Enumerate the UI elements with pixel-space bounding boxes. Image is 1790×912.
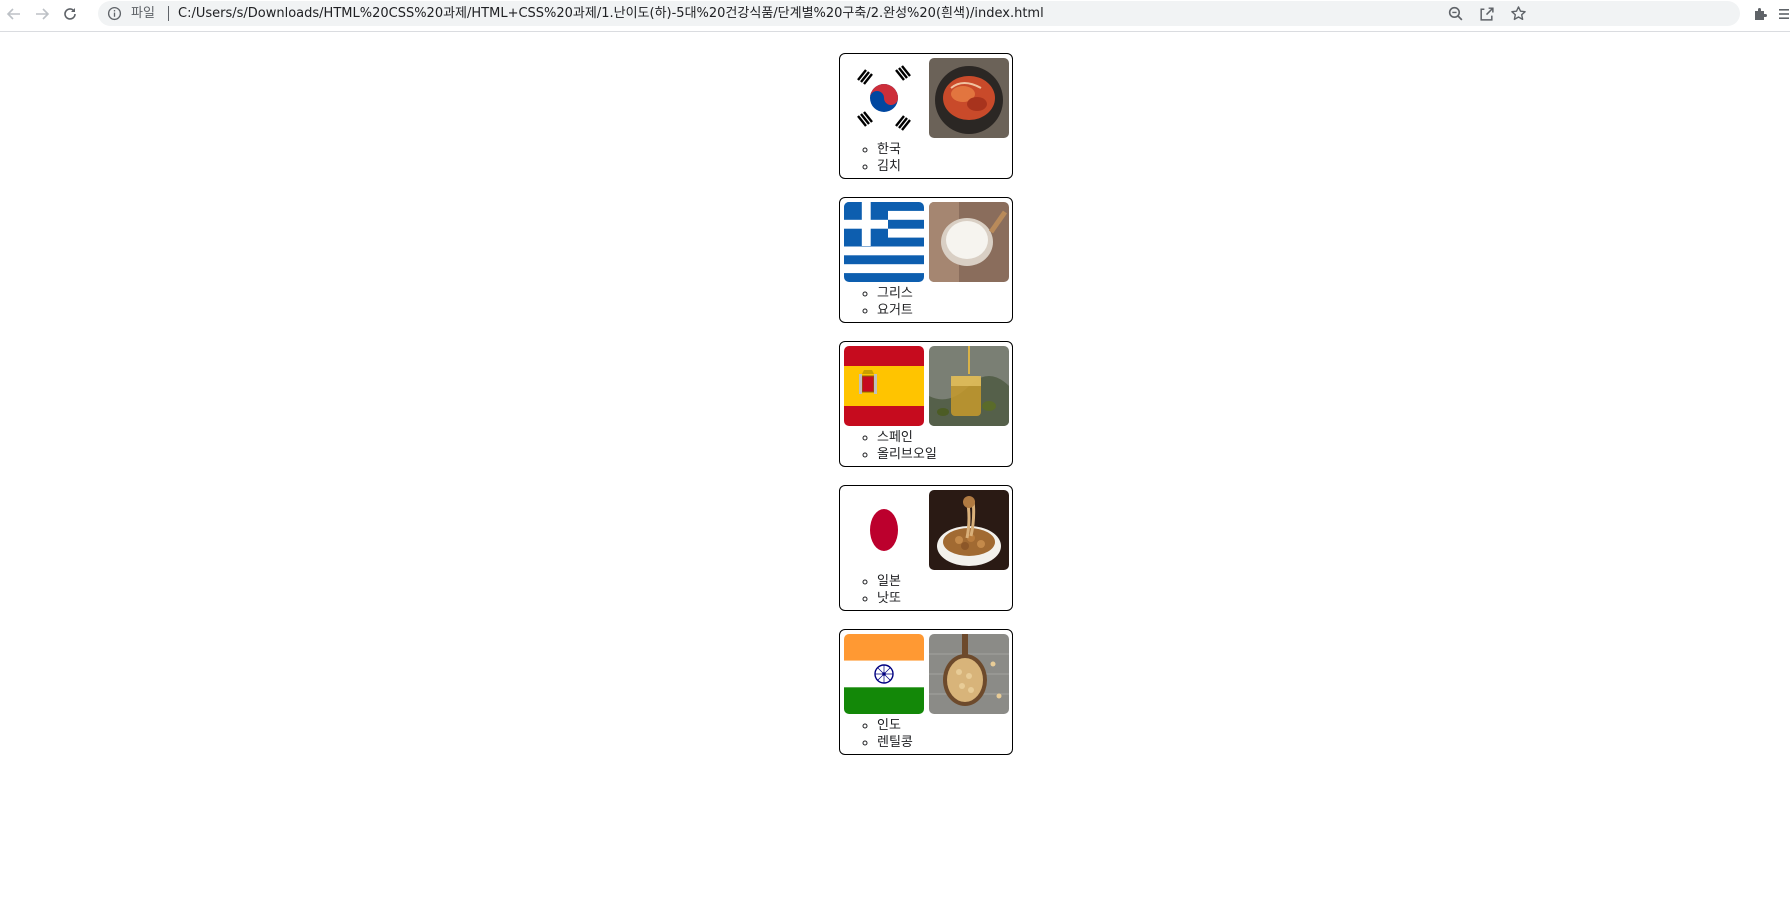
food-card-india: 인도 렌틸콩 — [839, 629, 1013, 755]
food-label: 김치 — [877, 158, 901, 175]
scheme-divider — [168, 6, 169, 21]
scheme-label: 파일 — [131, 6, 155, 21]
food-label: 요거트 — [877, 302, 913, 319]
food-info-list: 스페인 올리브오일 — [840, 429, 937, 463]
menu-button[interactable] — [1772, 2, 1790, 26]
lentil-image — [929, 634, 1009, 714]
food-label: 낫또 — [877, 590, 901, 607]
food-info-list: 일본 낫또 — [840, 573, 901, 607]
greece-flag-icon — [844, 202, 924, 282]
lentil-photo-icon — [929, 634, 1009, 714]
japan-flag-image — [844, 490, 924, 570]
food-card-greece: 그리스 요거트 — [839, 197, 1013, 323]
india-flag-icon — [844, 634, 924, 714]
zoom-icon[interactable] — [1447, 5, 1464, 22]
korea-flag-image — [844, 58, 924, 138]
country-label: 일본 — [877, 573, 901, 590]
food-list: 한국 김치 — [839, 53, 1015, 773]
forward-button[interactable] — [30, 2, 54, 26]
food-info-list: 한국 김치 — [840, 141, 901, 175]
olive-oil-image — [929, 346, 1009, 426]
food-label: 렌틸콩 — [877, 734, 913, 751]
country-label: 스페인 — [877, 429, 937, 446]
greece-flag-image — [844, 202, 924, 282]
india-flag-image — [844, 634, 924, 714]
food-info-list: 그리스 요거트 — [840, 285, 913, 319]
forward-icon — [36, 8, 50, 20]
country-label: 한국 — [877, 141, 901, 158]
olive-oil-photo-icon — [929, 346, 1009, 426]
japan-flag-icon — [844, 490, 924, 570]
natto-photo-icon — [929, 490, 1009, 570]
spain-flag-image — [844, 346, 924, 426]
star-icon[interactable] — [1510, 5, 1527, 22]
url-text[interactable]: C:/Users/s/Downloads/HTML%20CSS%20과제/HTM… — [178, 5, 1044, 22]
back-button[interactable] — [2, 2, 26, 26]
spain-flag-icon — [844, 346, 924, 426]
food-card-spain: 스페인 올리브오일 — [839, 341, 1013, 467]
food-card-korea: 한국 김치 — [839, 53, 1013, 179]
kimchi-image — [929, 58, 1009, 138]
reload-icon — [64, 8, 76, 20]
back-icon — [6, 8, 20, 20]
kimchi-photo-icon — [929, 58, 1009, 138]
extensions-icon — [1755, 8, 1767, 20]
korea-flag-icon — [844, 58, 924, 138]
country-label: 그리스 — [877, 285, 913, 302]
menu-icon — [1779, 9, 1789, 19]
share-icon[interactable] — [1478, 5, 1495, 22]
country-label: 인도 — [877, 717, 913, 734]
yogurt-image — [929, 202, 1009, 282]
extensions-button[interactable] — [1748, 2, 1772, 26]
food-card-japan: 일본 낫또 — [839, 485, 1013, 611]
food-label: 올리브오일 — [877, 446, 937, 463]
reload-button[interactable] — [58, 2, 82, 26]
info-icon[interactable] — [107, 6, 122, 21]
yogurt-photo-icon — [929, 202, 1009, 282]
browser-toolbar: 파일 C:/Users/s/Downloads/HTML%20CSS%20과제/… — [0, 0, 1790, 32]
food-info-list: 인도 렌틸콩 — [840, 717, 913, 751]
address-bar[interactable]: 파일 C:/Users/s/Downloads/HTML%20CSS%20과제/… — [98, 1, 1740, 26]
natto-image — [929, 490, 1009, 570]
